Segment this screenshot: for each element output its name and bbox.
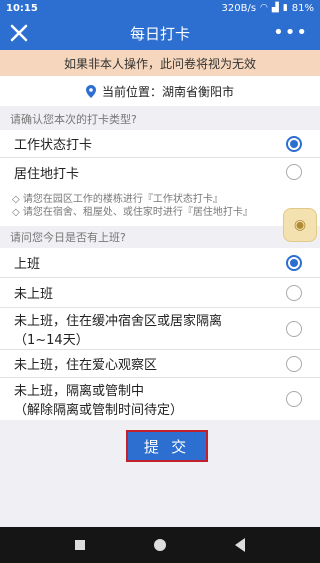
more-icon[interactable]: •••	[273, 22, 308, 43]
option-sublabel: （解除隔离或管制时间待定）	[14, 403, 184, 418]
recent-apps-icon[interactable]	[74, 540, 85, 550]
option-label: 工作状态打卡	[14, 138, 93, 153]
question-checkin-type: 请确认您本次的打卡类型?	[10, 113, 137, 126]
submit-highlight: 提 交	[126, 430, 208, 462]
signal-icon: ▟	[271, 3, 279, 13]
location-label: 当前位置：	[101, 84, 162, 99]
location-bar: 当前位置： 湖南省衡阳市	[0, 76, 320, 106]
warning-banner: 如果非本人操作，此问卷将视为无效	[0, 50, 320, 76]
checkin-hints: ◇ 请您在园区工作的楼栋进行『工作状态打卡』 ◇ 请您在宿舍、租屋处、或住家时进…	[0, 186, 320, 226]
battery-level: 81%	[291, 2, 314, 14]
option-care-observation[interactable]: 未上班，住在爱心观察区	[0, 350, 320, 378]
option-label: 未上班，住在缓冲宿舍区或居家隔离	[14, 313, 223, 329]
option-work-checkin[interactable]: 工作状态打卡	[0, 130, 320, 158]
radio-unselected-icon[interactable]	[286, 164, 302, 180]
working-today-group: 上班 未上班 未上班，住在缓冲宿舍区或居家隔离 （1~14天） 未上班，住在爱心…	[0, 248, 320, 420]
submit-button[interactable]: 提 交	[128, 432, 206, 460]
option-label: 上班	[14, 257, 41, 272]
network-speed: 320B/s	[221, 2, 257, 14]
option-label: 未上班，住在爱心观察区	[14, 358, 158, 373]
radio-unselected-icon[interactable]	[286, 355, 302, 372]
radio-unselected-icon[interactable]	[286, 321, 302, 337]
option-residence-checkin[interactable]: 居住地打卡	[0, 158, 320, 186]
option-not-working[interactable]: 未上班	[0, 278, 320, 308]
app-header: 每日打卡 •••	[0, 16, 320, 50]
option-label: 居住地打卡	[14, 166, 80, 182]
close-icon[interactable]	[8, 22, 30, 44]
option-label: 未上班	[14, 287, 54, 302]
status-bar: 10:15 320B/s ◠ ▟ ▮ 81%	[0, 0, 320, 16]
system-navbar	[0, 527, 320, 563]
checkin-type-group: 工作状态打卡 居住地打卡	[0, 130, 320, 186]
hint-residence: ◇ 请您在宿舍、租屋处、或住家时进行『居住地打卡』	[12, 207, 253, 218]
back-icon[interactable]	[235, 538, 246, 552]
location-pin-icon	[85, 84, 96, 98]
home-icon[interactable]	[153, 539, 166, 551]
option-buffer-quarantine[interactable]: 未上班，住在缓冲宿舍区或居家隔离 （1~14天）	[0, 308, 320, 350]
status-indicators: 320B/s ◠ ▟ ▮ 81%	[222, 3, 315, 14]
location-value: 湖南省衡阳市	[162, 84, 235, 99]
page-title: 每日打卡	[129, 24, 190, 43]
option-isolation-control[interactable]: 未上班，隔离或管制中 （解除隔离或管制时间待定）	[0, 378, 320, 420]
battery-icon: ▮	[282, 3, 288, 13]
radio-selected-icon[interactable]	[286, 254, 302, 271]
radio-selected-icon[interactable]	[286, 135, 302, 152]
option-label: 未上班，隔离或管制中	[14, 384, 145, 399]
option-working[interactable]: 上班	[0, 248, 320, 278]
radio-unselected-icon[interactable]	[286, 391, 302, 407]
hint-work: ◇ 请您在园区工作的楼栋进行『工作状态打卡』	[12, 194, 223, 205]
status-time: 10:15	[6, 2, 38, 14]
option-sublabel: （1~14天）	[14, 332, 89, 348]
question-working-today: 请问您今日是否有上班?	[10, 231, 126, 244]
radio-unselected-icon[interactable]	[286, 284, 302, 301]
wifi-icon: ◠	[260, 3, 268, 13]
